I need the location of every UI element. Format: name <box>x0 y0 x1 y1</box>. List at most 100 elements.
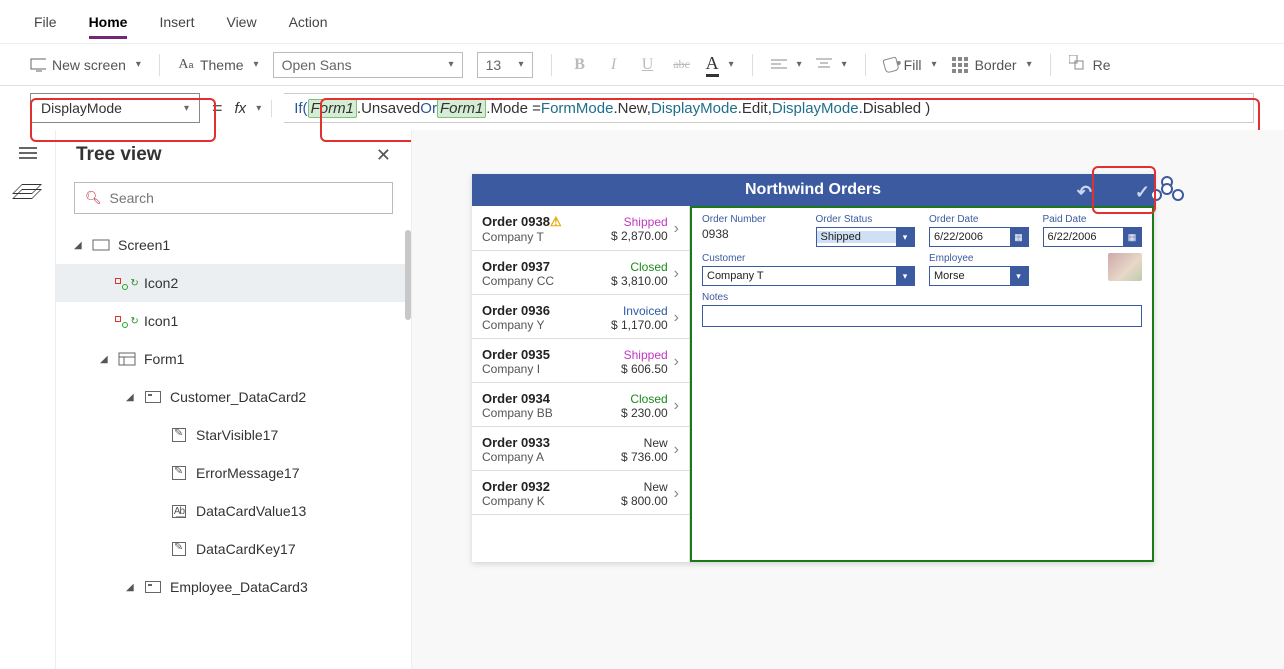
screen-icon <box>30 57 46 73</box>
hamburger-icon[interactable] <box>19 144 37 162</box>
employee-dropdown[interactable]: Morse▾ <box>929 266 1029 286</box>
menu-home[interactable]: Home <box>89 14 128 39</box>
order-row[interactable]: Order 0937Company CCClosed$ 3,810.00› <box>472 251 689 295</box>
order-row[interactable]: Order 0935Company IShipped$ 606.50› <box>472 339 689 383</box>
order-amount: $ 2,870.00 <box>598 229 668 243</box>
reorder-button[interactable]: Re <box>1069 55 1111 74</box>
check-icon[interactable]: ✓ <box>1135 182 1150 203</box>
orderno-value: 0938 <box>702 227 802 241</box>
property-select[interactable]: DisplayMode ▾ <box>30 93 200 123</box>
order-number: Order 0935 <box>482 347 598 362</box>
paiddate-picker[interactable]: 6/22/2006▦ <box>1043 227 1143 247</box>
chevron-right-icon: › <box>674 265 679 283</box>
menu-file[interactable]: File <box>34 14 57 30</box>
order-company: Company T <box>482 230 598 244</box>
separator <box>159 54 160 76</box>
order-number: Order 0934 <box>482 391 598 406</box>
close-icon[interactable]: ✕ <box>376 145 391 166</box>
notes-input[interactable] <box>702 305 1142 327</box>
order-status: New <box>598 436 668 450</box>
chevron-down-icon: ▾ <box>932 59 937 70</box>
search-box[interactable]: 🔍︎ <box>74 182 393 214</box>
tree-item-StarVisible17[interactable]: StarVisible17 <box>56 416 411 454</box>
italic-button[interactable]: I <box>604 56 624 74</box>
tree-item-Employee_DataCard3[interactable]: ◢Employee_DataCard3 <box>56 568 411 606</box>
field-orderno: Order Number 0938 <box>702 214 802 247</box>
separator <box>752 54 753 76</box>
formula-input[interactable]: If( Form1 .Unsaved Or Form1 .Mode = Form… <box>284 93 1254 123</box>
customer-dropdown[interactable]: Company T▾ <box>702 266 915 286</box>
undo-icon[interactable]: ↶ <box>1077 182 1092 203</box>
order-row[interactable]: Order 0934Company BBClosed$ 230.00› <box>472 383 689 427</box>
equals-sign: = <box>212 98 223 119</box>
separator <box>1050 54 1051 76</box>
order-row[interactable]: Order 0936Company YInvoiced$ 1,170.00› <box>472 295 689 339</box>
order-number: Order 0937 <box>482 259 598 274</box>
valign-button[interactable]: ▾ <box>816 58 847 72</box>
fx-button[interactable]: fx ▾ <box>235 100 273 117</box>
menu-insert[interactable]: Insert <box>159 14 194 30</box>
tree-item-DataCardKey17[interactable]: DataCardKey17 <box>56 530 411 568</box>
tree-item-Customer_DataCard2[interactable]: ◢Customer_DataCard2 <box>56 378 411 416</box>
menu-view[interactable]: View <box>226 14 256 30</box>
separator <box>865 54 866 76</box>
strike-button[interactable]: abc <box>672 57 692 72</box>
menu-action[interactable]: Action <box>289 14 328 30</box>
new-screen-button[interactable]: New screen ▾ <box>30 57 141 73</box>
order-company: Company CC <box>482 274 598 288</box>
underline-button[interactable]: U <box>638 56 658 74</box>
tree-title: Tree view <box>76 144 162 166</box>
search-input[interactable] <box>110 190 382 206</box>
tree-item-label: Icon2 <box>144 275 178 291</box>
tree-item-label: DataCardValue13 <box>196 503 306 519</box>
twisty-icon: ◢ <box>74 240 84 251</box>
tree-item-icon <box>118 352 136 366</box>
orderno-label: Order Number <box>702 214 802 225</box>
status-label: Order Status <box>816 214 916 225</box>
tree-item-Screen1[interactable]: ◢Screen1 <box>56 226 411 264</box>
orderdate-picker[interactable]: 6/22/2006▦ <box>929 227 1029 247</box>
order-row[interactable]: Order 0932Company KNew$ 800.00› <box>472 471 689 515</box>
menu-bar: File Home Insert View Action <box>0 0 1284 44</box>
field-notes: Notes <box>702 292 1142 327</box>
treeview-icon[interactable] <box>17 184 39 202</box>
align-button[interactable]: ▾ <box>771 58 802 72</box>
status-dropdown[interactable]: Shipped▾ <box>816 227 916 247</box>
scrollbar-thumb[interactable] <box>405 230 411 320</box>
tree-item-icon <box>144 391 162 403</box>
fontcolor-button[interactable]: A▾ <box>706 53 734 77</box>
order-status: New <box>598 480 668 494</box>
field-customer: Customer Company T▾ <box>702 253 915 286</box>
warning-icon: ⚠ <box>550 214 562 229</box>
customer-label: Customer <box>702 253 915 264</box>
order-number: Order 0936 <box>482 303 598 318</box>
tree-item-DataCardValue13[interactable]: A͟b DataCardValue13 <box>56 492 411 530</box>
left-rail <box>0 130 56 669</box>
app-preview: Northwind Orders ↶ ✓ Order 0938⚠Company … <box>472 174 1154 562</box>
field-employee: Employee Morse▾ <box>929 253 1029 286</box>
order-status: Closed <box>598 392 668 406</box>
property-value: DisplayMode <box>41 100 122 116</box>
tree-item-icon: ↻ <box>118 316 136 327</box>
fill-button[interactable]: Fill ▾ <box>884 57 937 73</box>
order-company: Company Y <box>482 318 598 332</box>
theme-button[interactable]: Aa Theme ▾ <box>178 57 259 73</box>
order-row[interactable]: Order 0933Company ANew$ 736.00› <box>472 427 689 471</box>
twisty-icon: ◢ <box>100 354 110 365</box>
tree-item-Form1[interactable]: ◢Form1 <box>56 340 411 378</box>
chevron-down-icon: ▾ <box>896 267 914 285</box>
tree-item-icon: A͟b <box>170 505 188 518</box>
tree-item-ErrorMessage17[interactable]: ErrorMessage17 <box>56 454 411 492</box>
bold-button[interactable]: B <box>570 56 590 74</box>
tree-item-Icon1[interactable]: ↻Icon1 <box>56 302 411 340</box>
tree-item-Icon2[interactable]: ↻Icon2 <box>56 264 411 302</box>
border-button[interactable]: Border ▾ <box>951 56 1032 74</box>
font-select[interactable]: Open Sans ▾ <box>273 52 463 78</box>
order-row[interactable]: Order 0938⚠Company TShipped$ 2,870.00› <box>472 206 689 251</box>
order-status: Shipped <box>598 348 668 362</box>
order-company: Company K <box>482 494 598 508</box>
chevron-right-icon: › <box>674 353 679 371</box>
search-icon: 🔍︎ <box>85 190 102 206</box>
formula-bar: DisplayMode ▾ = fx ▾ If( Form1 .Unsaved … <box>0 86 1284 130</box>
fontsize-select[interactable]: 13 ▾ <box>477 52 533 78</box>
